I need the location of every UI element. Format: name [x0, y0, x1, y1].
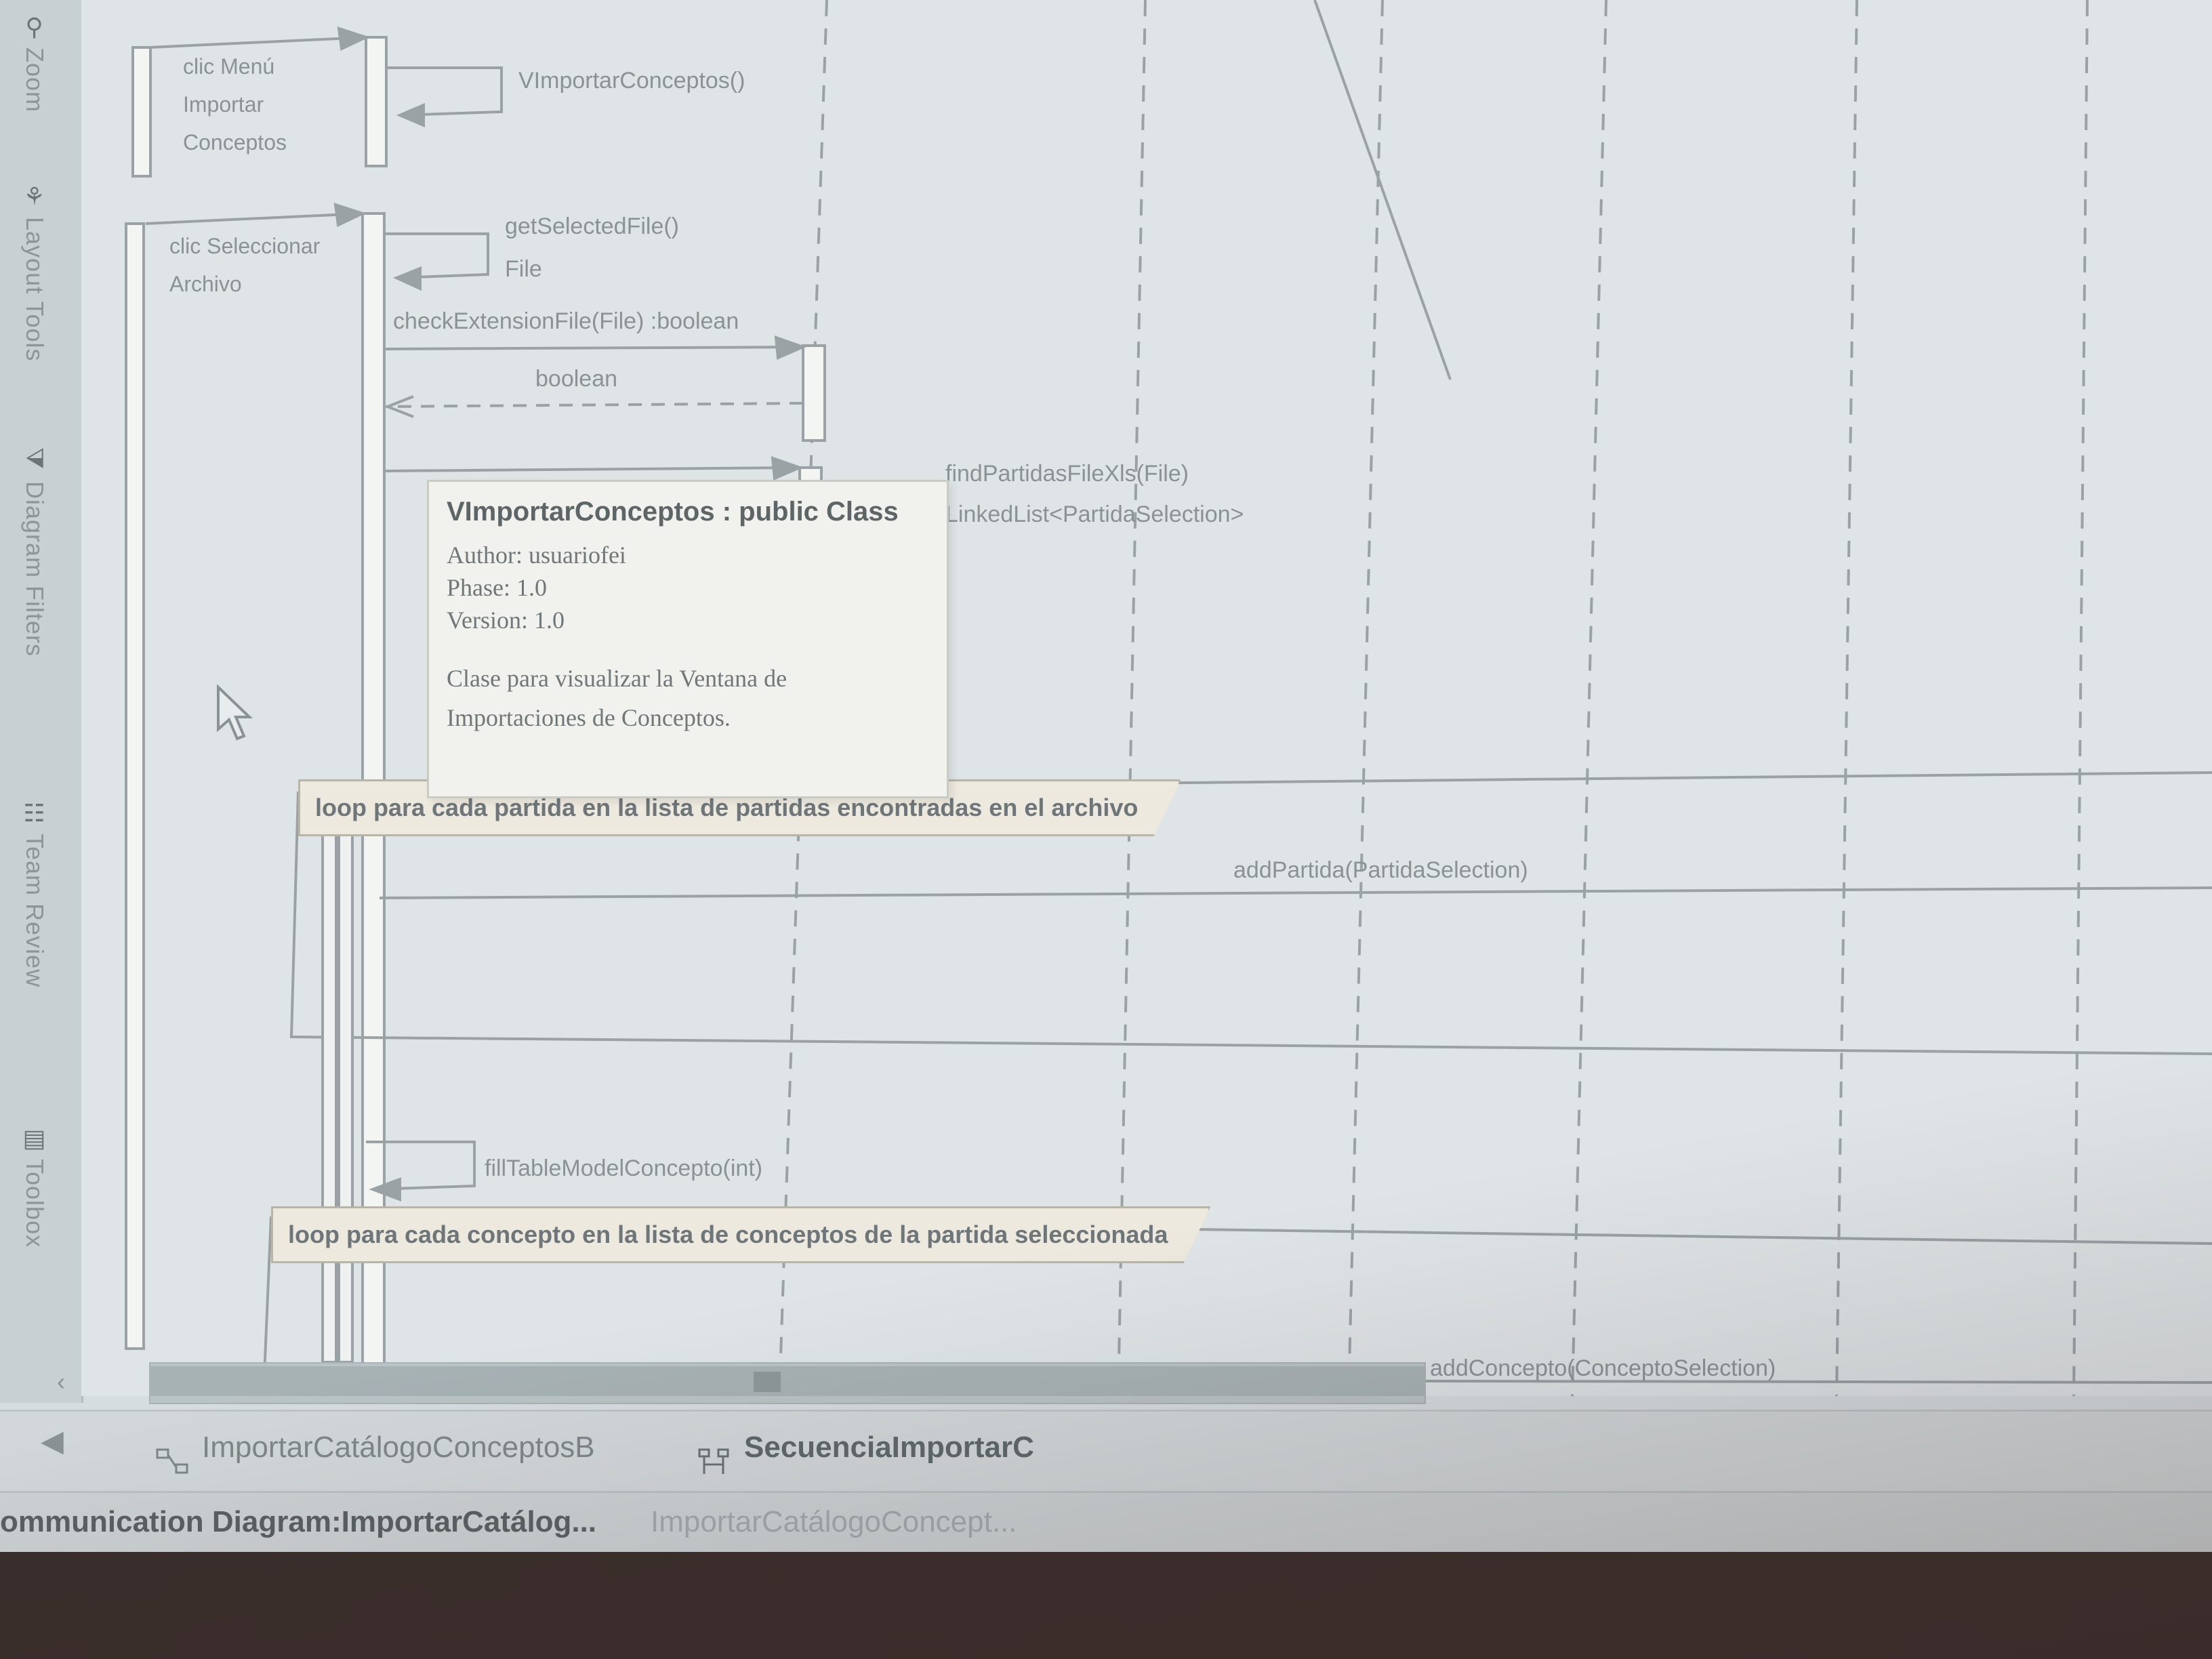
app-window: ⚲ Zoom ⚘ Layout Tools ⧩ Diagram Filters ☷ Te…: [0, 0, 2212, 1659]
scrollbar-thumb[interactable]: [150, 1366, 1425, 1396]
message-vimportarconceptos[interactable]: VImportarConceptos(): [518, 68, 745, 94]
message-filltablemodelconcepto[interactable]: fillTableModelConcepto(int): [485, 1155, 762, 1182]
sequence-diagram-icon: [698, 1435, 732, 1475]
side-tab-team-review[interactable]: ☷ Team Review: [20, 800, 49, 987]
lifeline-4: [1571, 0, 1607, 1396]
team-review-icon: ☷: [21, 800, 49, 828]
side-tab-label: Diagram Filters: [21, 481, 49, 657]
message-return-file: File: [505, 256, 542, 282]
mouse-cursor-icon: [217, 684, 253, 741]
class-tooltip: VImportarConceptos : public Class Author…: [427, 480, 949, 798]
side-tab-toolbox[interactable]: ▤ Toolbox: [20, 1125, 49, 1248]
message-return-linkedlist: LinkedList<PartidaSelection>: [945, 501, 1244, 527]
lifeline-3: [1347, 0, 1384, 1396]
tooltip-phase: Phase: 1.0: [447, 574, 547, 601]
scroll-left-button[interactable]: ‹: [41, 1362, 81, 1401]
activation-controller: [802, 344, 826, 442]
tab-label: ImportarCatálogoConceptosB: [202, 1431, 595, 1464]
lifeline-6: [2072, 0, 2089, 1396]
side-tab-label: Zoom: [21, 47, 49, 113]
diagram-canvas[interactable]: clic Menú Importar Conceptos clic Selecc…: [81, 0, 2212, 1396]
side-tab-layout-tools[interactable]: ⚘ Layout Tools: [20, 183, 49, 361]
status-bar: ommunication Diagram:ImportarCatálog... …: [0, 1491, 2212, 1554]
side-tab-label: Team Review: [21, 834, 49, 988]
tab-importar-catalogo-conceptos[interactable]: ImportarCatálogoConceptosB: [156, 1417, 595, 1478]
sequence-diagram: [125, 0, 2212, 1396]
tab-label: SecuenciaImportarC: [744, 1431, 1034, 1464]
status-secondary-path[interactable]: ImportarCatálogoConcept...: [651, 1505, 1017, 1539]
side-tab-diagram-filters[interactable]: ⧩ Diagram Filters: [20, 447, 49, 657]
note-menu-click: clic Menú Importar Conceptos: [183, 54, 287, 155]
loop-frame-conceptos[interactable]: loop para cada concepto en la lista de c…: [271, 1206, 1210, 1263]
diagram-filters-icon: ⧩: [21, 447, 49, 470]
scrollbar-grip-icon: [754, 1372, 781, 1392]
side-tab-label: Layout Tools: [21, 217, 49, 362]
tooltip-description: Clase para visualizar la Ventana de Impo…: [447, 665, 787, 731]
tooltip-title: VImportarConceptos : public Class: [447, 497, 899, 527]
side-toolbar: ⚲ Zoom ⚘ Layout Tools ⧩ Diagram Filters ☷ Te…: [0, 0, 83, 1403]
message-addpartida[interactable]: addPartida(PartidaSelection): [1233, 857, 1528, 884]
screen-bezel: [0, 1552, 2212, 1659]
lifeline-2: [1117, 0, 1147, 1396]
tab-scroll-left-button[interactable]: ◀: [41, 1424, 64, 1458]
message-checkextensionfile[interactable]: checkExtensionFile(File) :boolean: [393, 308, 739, 335]
tab-secuencia-importar[interactable]: SecuenciaImportarC: [698, 1417, 1034, 1478]
message-return-boolean: boolean: [535, 366, 618, 392]
activation-actor: [131, 46, 152, 178]
communication-diagram-icon: [156, 1435, 190, 1474]
side-tab-label: Toolbox: [21, 1159, 49, 1248]
note-select-file: clic Seleccionar Archivo: [169, 234, 321, 296]
message-addconcepto[interactable]: addConcepto(ConceptoSelection): [1430, 1355, 1776, 1382]
diagram-tab-bar: ◀ ImportarCatálogoConceptosB SecuenciaIm…: [0, 1410, 2212, 1493]
toolbox-icon: ▤: [21, 1125, 49, 1153]
zoom-icon: ⚲: [21, 14, 49, 42]
status-diagram-path[interactable]: ommunication Diagram:ImportarCatálog...: [0, 1505, 596, 1539]
message-findpartidasfilexls[interactable]: findPartidasFileXls(File): [945, 461, 1189, 487]
tooltip-author: Author: usuariofei: [447, 541, 626, 569]
horizontal-scrollbar[interactable]: [149, 1362, 1426, 1404]
activation-actor: [125, 222, 145, 1350]
message-getselectedfile[interactable]: getSelectedFile(): [505, 213, 679, 240]
layout-tools-icon: ⚘: [21, 183, 49, 211]
lifeline-5: [1835, 0, 1858, 1396]
tooltip-version: Version: 1.0: [447, 607, 565, 634]
activation-view: [365, 36, 388, 167]
side-tab-zoom[interactable]: ⚲ Zoom: [20, 14, 49, 112]
